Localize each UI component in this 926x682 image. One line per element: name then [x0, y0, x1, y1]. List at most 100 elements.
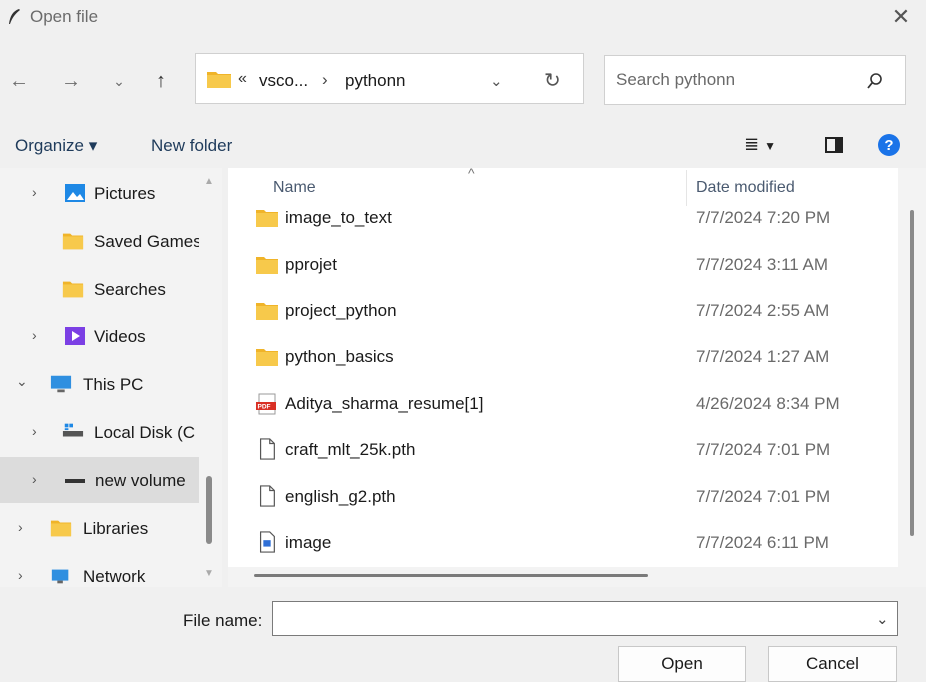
preview-pane-icon — [835, 139, 841, 151]
chevron-down-icon[interactable]: ⌄ — [16, 373, 28, 390]
caret-down-icon: ▼ — [764, 139, 776, 153]
forward-button[interactable]: → — [58, 66, 84, 96]
column-header-date[interactable]: Date modified — [696, 179, 795, 197]
organize-menu[interactable]: Organize ▾ — [15, 136, 97, 156]
chevron-right-icon[interactable]: › — [32, 471, 37, 487]
breadcrumb-vsco[interactable]: vsco... — [259, 71, 308, 91]
file-icon — [259, 485, 275, 507]
new-folder-button[interactable]: New folder — [151, 136, 232, 156]
tree-item-label: Searches — [94, 280, 166, 299]
file-row[interactable]: PDF Aditya_sharma_resume[1] 4/26/2024 8:… — [228, 382, 898, 428]
open-button[interactable]: Open — [618, 646, 746, 682]
scroll-up-icon[interactable]: ▲ — [204, 176, 214, 187]
tree-item-label: Network — [83, 567, 146, 586]
file-row[interactable]: image 7/7/2024 6:11 PM — [228, 521, 898, 567]
file-name: image_to_text — [285, 208, 392, 227]
chevron-down-icon: ⌄ — [490, 73, 503, 90]
image-file-icon — [259, 531, 275, 553]
cancel-button[interactable]: Cancel — [768, 646, 897, 682]
address-history-button[interactable]: ⌄ — [490, 72, 503, 90]
breadcrumb-pythonn[interactable]: pythonn — [345, 71, 406, 91]
tree-item-local-disk[interactable]: › Local Disk (C — [0, 409, 199, 455]
tree-item-label: new volume — [95, 471, 186, 490]
tree-item-new-volume[interactable]: › new volume — [0, 457, 199, 503]
tree-item-pictures[interactable]: › Pictures — [0, 170, 199, 216]
file-date: 7/7/2024 7:01 PM — [696, 487, 831, 506]
file-name-input[interactable] — [272, 601, 898, 636]
file-date: 7/7/2024 1:27 AM — [696, 347, 830, 366]
folder-icon — [62, 281, 84, 298]
file-icon — [259, 438, 275, 460]
arrow-right-icon: → — [61, 69, 81, 92]
help-icon: ? — [884, 136, 894, 154]
folder-icon — [256, 349, 278, 366]
file-name-label: File name: — [183, 611, 262, 631]
file-row[interactable]: english_g2.pth 7/7/2024 7:01 PM — [228, 475, 898, 521]
tree-item-videos[interactable]: › Videos — [0, 313, 199, 359]
chevron-right-icon[interactable]: › — [32, 423, 37, 439]
folder-icon — [256, 210, 278, 227]
tree-item-network[interactable]: › Network — [0, 553, 199, 587]
pictures-icon — [65, 184, 85, 202]
chevron-down-icon: ⌄ — [876, 611, 889, 628]
computer-icon — [50, 375, 72, 393]
tree-item-label: Pictures — [94, 184, 156, 203]
tree-item-libraries[interactable]: › Libraries — [0, 505, 199, 551]
file-row[interactable]: image_to_text 7/7/2024 7:20 PM — [228, 196, 898, 242]
preview-pane-button[interactable] — [825, 137, 843, 153]
close-icon: ✕ — [891, 4, 911, 29]
tree-item-label: Saved Games — [94, 232, 202, 251]
chevron-right-icon[interactable]: › — [32, 327, 37, 343]
file-name: image — [285, 533, 332, 552]
column-header-name[interactable]: Name — [273, 179, 316, 197]
up-button[interactable]: ↑ — [148, 66, 174, 96]
videos-icon — [65, 327, 85, 345]
arrow-left-icon: ← — [9, 69, 29, 92]
network-icon — [51, 569, 69, 584]
sort-up-icon: ^ — [468, 165, 475, 181]
view-options-button[interactable]: ≣ ▼ — [744, 134, 776, 155]
chevron-right-icon[interactable]: › — [32, 184, 37, 200]
breadcrumb-separator[interactable]: › — [322, 70, 328, 90]
file-date: 7/7/2024 6:11 PM — [696, 533, 829, 552]
file-name: project_python — [285, 301, 397, 320]
file-date: 4/26/2024 8:34 PM — [696, 394, 840, 413]
chevron-right-icon[interactable]: › — [18, 567, 23, 583]
tree-item-saved-games[interactable]: Saved Games — [0, 218, 202, 264]
file-name: python_basics — [285, 347, 394, 366]
feather-icon — [9, 9, 20, 24]
file-date: 7/7/2024 2:55 AM — [696, 301, 830, 320]
arrow-up-icon: ↑ — [156, 69, 166, 92]
file-name-dropdown[interactable]: ⌄ — [876, 610, 889, 628]
file-name: english_g2.pth — [285, 487, 396, 506]
horizontal-scroll-thumb[interactable] — [254, 574, 648, 577]
file-date: 7/7/2024 7:20 PM — [696, 208, 831, 227]
back-button[interactable]: ← — [6, 66, 32, 96]
vertical-scroll-thumb[interactable] — [910, 210, 914, 536]
chevron-right-icon[interactable]: › — [18, 519, 23, 535]
refresh-button[interactable]: ↻ — [544, 68, 561, 93]
file-row[interactable]: python_basics 7/7/2024 1:27 AM — [228, 335, 898, 381]
close-button[interactable]: ✕ — [884, 2, 918, 32]
tree-item-this-pc[interactable]: ⌄ This PC — [0, 361, 199, 407]
tree-item-searches[interactable]: Searches — [0, 266, 199, 312]
navigation-scroll-thumb[interactable] — [206, 476, 212, 544]
list-view-icon: ≣ — [744, 134, 760, 154]
file-row[interactable]: project_python 7/7/2024 2:55 AM — [228, 289, 898, 335]
file-row[interactable]: pprojet 7/7/2024 3:11 AM — [228, 243, 898, 289]
toolbar — [0, 122, 926, 168]
title-bar — [0, 0, 926, 36]
help-button[interactable]: ? — [878, 134, 900, 156]
svg-text:PDF: PDF — [258, 404, 271, 411]
scroll-down-icon[interactable]: ▼ — [204, 568, 214, 579]
pdf-icon: PDF — [256, 393, 276, 415]
search-icon[interactable] — [866, 72, 884, 90]
tree-item-label: Local Disk (C — [94, 423, 196, 442]
breadcrumb-overflow[interactable]: « — [238, 70, 247, 88]
file-name: craft_mlt_25k.pth — [285, 440, 416, 459]
file-list-horizontal-scrollbar[interactable] — [228, 567, 898, 587]
file-date: 7/7/2024 7:01 PM — [696, 440, 831, 459]
file-name: Aditya_sharma_resume[1] — [285, 394, 484, 413]
file-row[interactable]: craft_mlt_25k.pth 7/7/2024 7:01 PM — [228, 428, 898, 474]
recent-locations-button[interactable]: ⌄ — [108, 66, 130, 96]
